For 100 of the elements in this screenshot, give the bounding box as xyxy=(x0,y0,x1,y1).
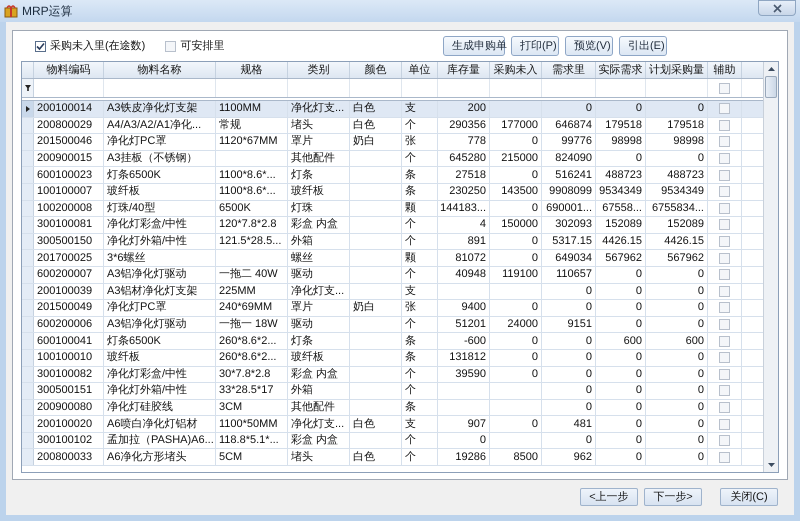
table-cell: 100200008 xyxy=(34,200,104,216)
checkbox[interactable] xyxy=(719,153,730,164)
checkbox[interactable] xyxy=(719,452,730,463)
checkbox[interactable] xyxy=(719,286,730,297)
toolbar-button[interactable]: 引出(E) xyxy=(619,36,667,56)
table-row[interactable]: 300100102 孟加拉（PASHA)A6... 118.8*5.1*... 彩盒 内盒 个 0 0 0 0 xyxy=(22,432,763,450)
table-row[interactable]: 200100020 A6喷白净化灯铝材 1100*50MM 净化灯支... 白色 支 907 0 481 0 0 xyxy=(22,416,763,433)
table-cell: 一拖一 18W xyxy=(216,316,288,332)
table-row[interactable]: 300100082 净化灯彩盒/中性 30*7.8*2.8 彩盒 内盒 个 39590 0 0 0 0 xyxy=(22,366,763,384)
table-cell: 常规 xyxy=(216,118,288,134)
table-cell: 481 xyxy=(542,416,596,432)
toolbar-button[interactable]: 打印(P) xyxy=(511,36,559,56)
checkbox[interactable] xyxy=(719,219,730,230)
close-button[interactable] xyxy=(758,0,796,16)
table-cell: 0 xyxy=(646,266,708,283)
table-cell: 1100MM xyxy=(216,101,288,117)
checkbox[interactable] xyxy=(719,352,730,364)
table-cell: 4 xyxy=(438,217,490,233)
table-row[interactable]: 200800029 A4/A3/A2/A1净化... 常规 堵头 白色 个 290356 177000 646874 179518 179518 xyxy=(22,118,763,134)
checkbox[interactable] xyxy=(719,136,730,148)
table-cell: 30*7.8*2.8 xyxy=(216,366,288,382)
checkbox[interactable] xyxy=(719,236,730,248)
checkbox[interactable] xyxy=(719,269,730,280)
table-cell: 567962 xyxy=(646,250,708,266)
checkbox[interactable] xyxy=(165,40,176,52)
footer-button[interactable]: <上一步 xyxy=(580,488,638,506)
column-header[interactable]: 物料编码 xyxy=(34,62,104,78)
table-row[interactable]: 600200007 A3铝净化灯驱动 一拖二 40W 驱动 个 40948 119100 110657 0 0 xyxy=(22,266,763,284)
table-cell: 152089 xyxy=(646,217,708,233)
table-cell: 98998 xyxy=(596,134,646,150)
checkbox[interactable] xyxy=(719,368,730,380)
footer-button[interactable]: 下一步> xyxy=(644,488,702,506)
checkbox[interactable] xyxy=(719,120,730,131)
checkbox[interactable] xyxy=(719,385,730,396)
column-header[interactable]: 计划采购量 xyxy=(646,62,708,78)
table-cell: 外箱 xyxy=(288,383,350,399)
table-row[interactable]: 300500151 净化灯外箱/中性 33*28.5*17 外箱 个 0 0 0 xyxy=(22,383,763,400)
column-header[interactable]: 库存量 xyxy=(438,62,490,78)
column-header[interactable]: 类别 xyxy=(288,62,350,78)
table-cell: 99776 xyxy=(542,134,596,150)
table-row[interactable]: 201700025 3*6螺丝 螺丝 颗 81072 0 649034 567962 567962 xyxy=(22,250,763,267)
table-cell: 118.8*5.1*... xyxy=(216,432,288,448)
checkbox[interactable] xyxy=(719,103,730,114)
table-row[interactable]: 300500150 净化灯外箱/中性 121.5*28.5... 外箱 个 891 0 5317.15 4426.15 4426.15 xyxy=(22,234,763,250)
column-header[interactable]: 采购未入 xyxy=(490,62,542,78)
table-cell: 孟加拉（PASHA)A6... xyxy=(104,432,216,448)
table-cell: A3铝净化灯驱动 xyxy=(104,316,216,332)
toolbar-button[interactable]: 预览(V) xyxy=(565,36,613,56)
checkbox[interactable] xyxy=(719,202,730,214)
checkbox[interactable] xyxy=(719,336,730,347)
checkbox[interactable] xyxy=(719,170,730,181)
table-row[interactable]: 200100039 A3铝材净化灯支架 225MM 净化灯支... 支 0 0 0 xyxy=(22,284,763,300)
column-header[interactable]: 物料名称 xyxy=(104,62,216,78)
table-row[interactable]: 201500049 净化灯PC罩 240*69MM 罩片 奶白 张 9400 0 0 0 0 xyxy=(22,300,763,317)
table-cell: 0 xyxy=(490,333,542,349)
table-cell: 玻纤板 xyxy=(104,184,216,200)
table-row[interactable]: 200900080 净化灯硅胶线 3CM 其他配件 条 0 0 0 xyxy=(22,400,763,416)
table-row[interactable]: 100200008 灯珠/40型 6500K 灯珠 颗 144183... 0 690001... 67558... 6755834... xyxy=(22,200,763,218)
table-row[interactable]: 100100010 玻纤板 260*8.6*2... 玻纤板 条 131812 0 0 0 0 xyxy=(22,350,763,366)
table-row[interactable]: 200900015 A3挂板（不锈钢） 其他配件 个 645280 215000 824090 0 0 xyxy=(22,150,763,168)
table-cell: 条 xyxy=(402,167,438,183)
table-row[interactable]: 200100014 A3铁皮净化灯支架 1100MM 净化灯支... 白色 支 200 0 0 0 xyxy=(22,101,763,118)
table-row[interactable]: 600200006 A3铝净化灯驱动 一拖一 18W 驱动 个 51201 24000 9151 0 0 xyxy=(22,316,763,334)
column-header[interactable]: 需求里 xyxy=(542,62,596,78)
table-cell: 其他配件 xyxy=(288,400,350,416)
column-header[interactable]: 实际需求 xyxy=(596,62,646,78)
table-row[interactable]: 600100023 灯条6500K 1100*8.6*... 灯条 条 27518 0 516241 488723 488723 xyxy=(22,167,763,184)
row-header[interactable] xyxy=(22,101,34,117)
table-cell: 个 xyxy=(402,383,438,399)
footer-button[interactable]: 关闭(C) xyxy=(720,488,778,506)
table-cell: 0 xyxy=(596,101,646,117)
table-row[interactable]: 200800033 A6净化方形堵头 5CM 堵头 白色 个 19286 8500 962 0 0 xyxy=(22,449,763,466)
checkbox[interactable] xyxy=(719,319,730,330)
checkbox[interactable] xyxy=(719,435,730,446)
table-cell: 个 xyxy=(402,118,438,134)
table-cell: 白色 xyxy=(350,118,402,134)
table-cell: 6755834... xyxy=(646,200,708,216)
table-cell: 225MM xyxy=(216,284,288,300)
column-header[interactable]: 单位 xyxy=(402,62,438,78)
checkbox[interactable] xyxy=(719,418,730,430)
checkbox[interactable] xyxy=(35,40,46,52)
table-row[interactable]: 300100081 净化灯彩盒/中性 120*7.8*2.8 彩盒 内盒 个 4 150000 302093 152089 152089 xyxy=(22,217,763,234)
column-header[interactable]: 颜色 xyxy=(350,62,402,78)
checkbox[interactable] xyxy=(719,82,730,94)
scroll-thumb[interactable] xyxy=(765,76,777,98)
column-header[interactable]: 规格 xyxy=(216,62,288,78)
table-cell: 300500151 xyxy=(34,383,104,399)
table-cell: 净化灯外箱/中性 xyxy=(104,234,216,250)
scrollbar[interactable] xyxy=(763,62,778,472)
table-row[interactable]: 201500046 净化灯PC罩 1120*67MM 罩片 奶白 张 778 0 99776 98998 98998 xyxy=(22,134,763,151)
table-row[interactable]: 100100007 玻纤板 1100*8.6*... 玻纤板 条 230250 143500 9908099 9534349 9534349 xyxy=(22,184,763,201)
table-row[interactable]: 600100041 灯条6500K 260*8.6*2... 灯条 条 -600 0 0 600 600 xyxy=(22,333,763,350)
table-cell: 个 xyxy=(402,234,438,250)
column-header[interactable]: 辅助 xyxy=(708,62,742,78)
checkbox[interactable] xyxy=(719,302,730,314)
checkbox[interactable] xyxy=(719,252,730,264)
table-cell: 690001... xyxy=(542,200,596,216)
toolbar-button[interactable]: 生成申购单 xyxy=(443,36,505,56)
checkbox[interactable] xyxy=(719,186,730,198)
checkbox[interactable] xyxy=(719,402,730,413)
